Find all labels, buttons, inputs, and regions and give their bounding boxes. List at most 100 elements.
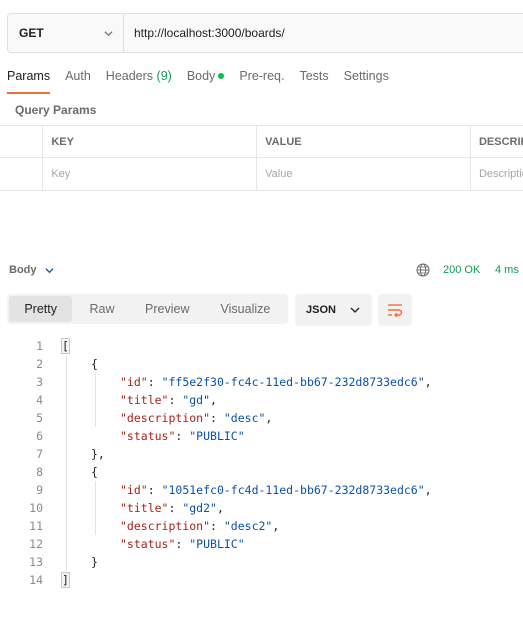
request-url-bar: GET http://localhost:3000/boards/ xyxy=(7,13,523,53)
tab-pre-request[interactable]: Pre-req. xyxy=(239,60,284,94)
code-text: "title": "gd2", xyxy=(120,499,224,517)
response-body-code: 1[2{3 "id": "ff5e2f30-fc4c-11ed-bb67-232d… xyxy=(0,337,523,589)
wrap-lines-button[interactable] xyxy=(378,294,412,326)
method-label: GET xyxy=(19,26,44,40)
code-text: } xyxy=(91,553,98,571)
json-string: "PUBLIC" xyxy=(189,429,245,443)
code-text: [ xyxy=(61,337,70,355)
code-line: 7}, xyxy=(0,445,523,463)
app-root: GET http://localhost:3000/boards/ Params… xyxy=(0,0,523,642)
line-number: 12 xyxy=(29,537,43,551)
json-key: "status" xyxy=(120,429,176,443)
json-string: "PUBLIC" xyxy=(189,537,245,551)
tab-body[interactable]: Body xyxy=(187,60,225,94)
json-punctuation: { xyxy=(91,465,98,479)
request-tabs: Params Auth Headers (9) Body Pre-req. Te… xyxy=(7,60,404,94)
code-line: 12 "status": "PUBLIC" xyxy=(0,535,523,553)
json-string: "gd2" xyxy=(182,501,217,515)
table-header-row: KEY VALUE DESCRIPTION xyxy=(0,125,523,158)
response-header: Body 200 OK 4 ms xyxy=(9,262,523,280)
tab-headers-label: Headers xyxy=(105,69,154,83)
tab-auth[interactable]: Auth xyxy=(65,60,91,94)
code-line: 2{ xyxy=(0,355,523,373)
response-body-dropdown[interactable]: Body xyxy=(9,264,54,276)
json-key: "title" xyxy=(120,501,169,515)
description-input[interactable]: Description xyxy=(471,158,523,190)
line-number: 1 xyxy=(36,339,43,353)
globe-icon[interactable] xyxy=(416,263,430,277)
code-line: 9 "id": "1051efc0-fc4d-11ed-bb67-232d8733… xyxy=(0,481,523,499)
json-key: "id" xyxy=(120,483,148,497)
tab-body-label: Body xyxy=(186,69,216,83)
json-punctuation: } xyxy=(91,555,98,569)
query-params-table: KEY VALUE DESCRIPTION Key Value Descript… xyxy=(0,125,523,191)
code-line: 10 "title": "gd2", xyxy=(0,499,523,517)
status-code[interactable]: 200 OK xyxy=(443,264,480,276)
tab-tests[interactable]: Tests xyxy=(299,60,328,94)
line-number: 7 xyxy=(36,447,43,461)
body-indicator-dot xyxy=(218,73,225,79)
view-tab-visualize[interactable]: Visualize xyxy=(203,296,288,322)
json-string: "desc2" xyxy=(223,519,273,533)
column-header-value: VALUE xyxy=(257,126,471,157)
code-text: "status": "PUBLIC" xyxy=(120,535,245,553)
checkbox-column-header xyxy=(0,126,44,157)
tab-tests-label: Tests xyxy=(299,69,329,83)
line-number: 10 xyxy=(29,501,43,515)
code-text: "title": "gd", xyxy=(120,391,217,409)
json-string: "desc" xyxy=(223,411,266,425)
chevron-down-icon xyxy=(104,30,113,36)
line-number: 9 xyxy=(36,483,43,497)
tab-settings-label: Settings xyxy=(343,69,389,83)
code-line: 4 "title": "gd", xyxy=(0,391,523,409)
tab-params-label: Params xyxy=(7,69,51,83)
row-checkbox-cell xyxy=(0,158,44,190)
query-params-title: Query Params xyxy=(15,103,97,117)
line-number: 8 xyxy=(36,465,43,479)
json-string: "1051efc0-fc4d-11ed-bb67-232d8733edc6" xyxy=(161,483,425,497)
view-tab-preview[interactable]: Preview xyxy=(132,296,203,322)
json-punctuation: [ xyxy=(61,338,70,354)
code-text: }, xyxy=(91,445,105,463)
code-line: 8{ xyxy=(0,463,523,481)
view-tab-raw[interactable]: Raw xyxy=(72,296,131,322)
json-punctuation: , xyxy=(272,519,280,533)
code-text: "id": "1051efc0-fc4d-11ed-bb67-232d8733e… xyxy=(120,481,432,499)
code-text: "description": "desc2", xyxy=(120,517,279,535)
view-tab-pretty[interactable]: Pretty xyxy=(9,296,73,322)
url-input[interactable]: http://localhost:3000/boards/ xyxy=(124,14,285,52)
response-time[interactable]: 4 ms xyxy=(495,264,519,276)
key-input[interactable]: Key xyxy=(43,158,258,190)
json-punctuation: }, xyxy=(91,447,105,461)
json-punctuation: , xyxy=(265,411,273,425)
column-header-description: DESCRIPTION xyxy=(478,135,523,148)
json-key: "id" xyxy=(120,375,148,389)
json-punctuation: : xyxy=(175,537,190,551)
headers-count-badge: (9) xyxy=(156,69,172,83)
json-string: "gd" xyxy=(182,393,211,407)
json-punctuation: : xyxy=(168,501,183,515)
tab-pre-request-label: Pre-req. xyxy=(239,69,285,83)
tab-headers[interactable]: Headers (9) xyxy=(106,60,172,94)
value-input[interactable]: Value xyxy=(257,158,471,190)
json-punctuation: { xyxy=(91,357,98,371)
format-select[interactable]: JSON xyxy=(295,294,372,326)
chevron-down-icon xyxy=(350,307,360,313)
method-select[interactable]: GET xyxy=(8,14,124,52)
json-punctuation: , xyxy=(424,375,432,389)
code-line: 5 "description": "desc", xyxy=(0,409,523,427)
json-punctuation: : xyxy=(175,429,190,443)
tab-params[interactable]: Params xyxy=(7,60,51,94)
line-number: 5 xyxy=(36,411,43,425)
json-punctuation: : xyxy=(210,411,224,425)
tab-settings[interactable]: Settings xyxy=(344,60,389,94)
code-text: { xyxy=(91,355,98,373)
json-punctuation: : xyxy=(147,483,162,497)
code-text: "id": "ff5e2f30-fc4c-11ed-bb67-232d8733e… xyxy=(120,373,432,391)
code-line: 1[ xyxy=(0,337,523,355)
line-number: 11 xyxy=(29,519,43,533)
code-line: 14] xyxy=(0,571,523,589)
code-text: ] xyxy=(61,571,70,589)
code-text: "description": "desc", xyxy=(120,409,272,427)
column-header-key: KEY xyxy=(43,126,258,157)
